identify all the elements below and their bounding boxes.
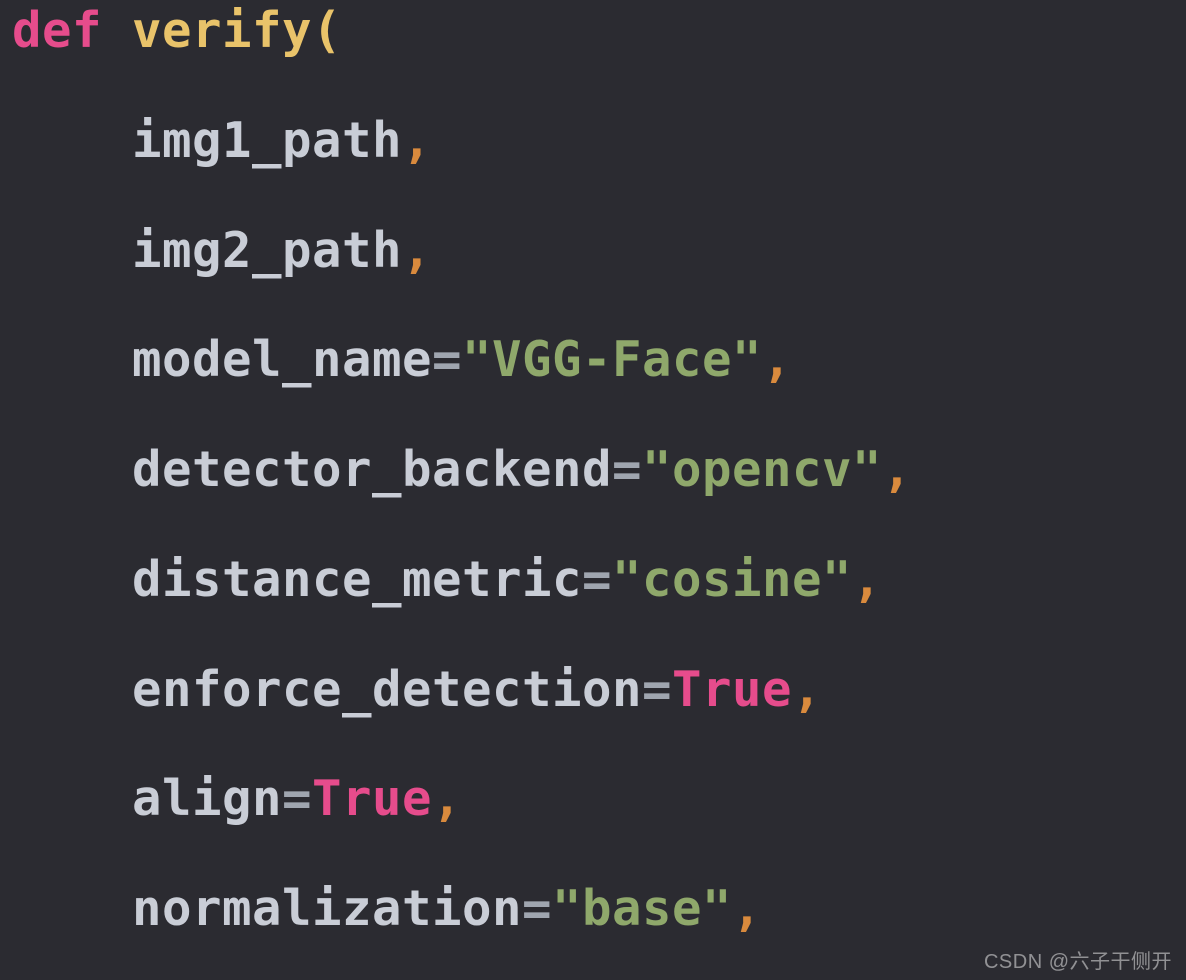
bool-value: True <box>672 661 792 718</box>
comma-icon: , <box>762 331 792 388</box>
string-value: "opencv" <box>642 441 882 498</box>
keyword-def: def <box>12 2 102 59</box>
watermark-text: CSDN @六子干侧开 <box>984 945 1172 974</box>
equals-icon: = <box>642 661 672 718</box>
open-paren: ( <box>312 2 342 59</box>
param-img2-path: img2_path <box>132 222 402 279</box>
bool-value: True <box>312 770 432 827</box>
comma-icon: , <box>432 770 462 827</box>
param-model-name: model_name <box>132 331 432 388</box>
comma-icon: , <box>402 112 432 169</box>
string-value: "base" <box>552 880 732 937</box>
comma-icon: , <box>732 880 762 937</box>
string-value: "cosine" <box>612 551 852 608</box>
equals-icon: = <box>582 551 612 608</box>
string-value: "VGG-Face" <box>462 331 762 388</box>
comma-icon: , <box>882 441 912 498</box>
equals-icon: = <box>432 331 462 388</box>
equals-icon: = <box>282 770 312 827</box>
param-align: align <box>132 770 282 827</box>
param-enforce-detection: enforce_detection <box>132 661 642 718</box>
comma-icon: , <box>792 661 822 718</box>
function-name: verify <box>132 2 312 59</box>
equals-icon: = <box>522 880 552 937</box>
param-img1-path: img1_path <box>132 112 402 169</box>
code-block: def verify( img1_path, img2_path, model_… <box>0 0 1186 980</box>
param-distance-metric: distance_metric <box>132 551 582 608</box>
comma-icon: , <box>402 222 432 279</box>
equals-icon: = <box>612 441 642 498</box>
comma-icon: , <box>852 551 882 608</box>
param-normalization: normalization <box>132 880 522 937</box>
param-detector-backend: detector_backend <box>132 441 612 498</box>
